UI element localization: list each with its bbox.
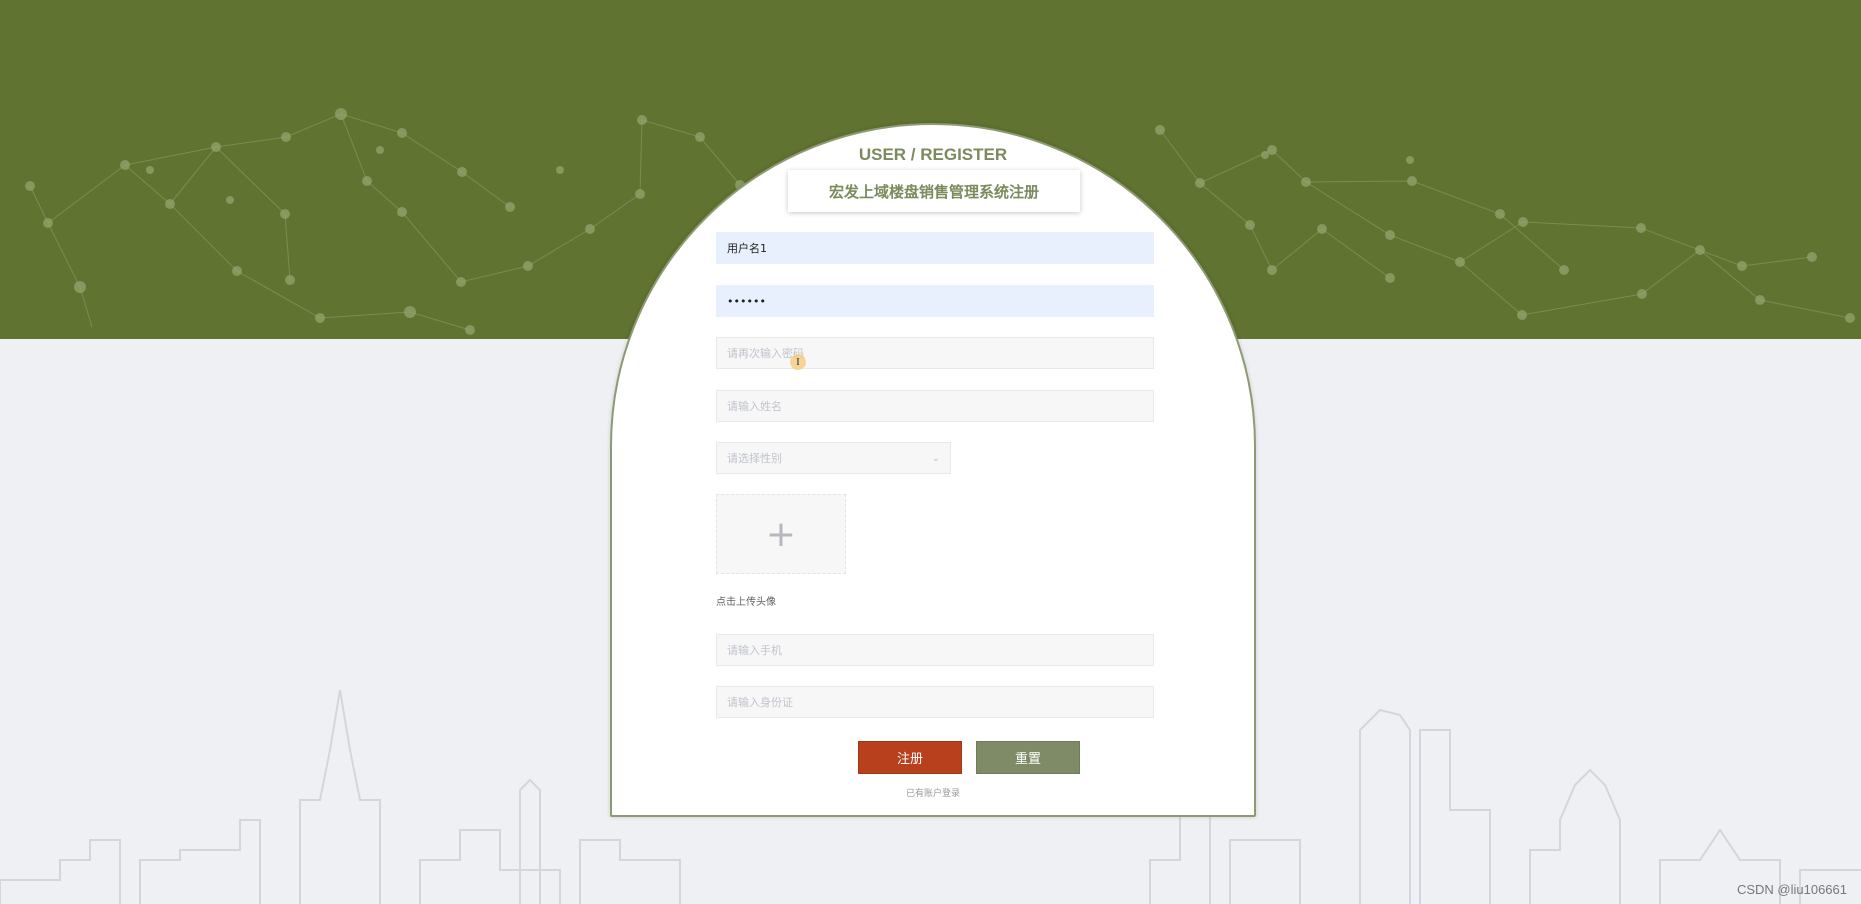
chevron-down-icon: ⌄ [931,452,940,464]
text-cursor-icon: I [790,354,806,370]
plus-icon: + [765,513,797,555]
phone-input[interactable]: 请输入手机 [716,634,1154,666]
register-page: USER / REGISTER 宏发上域楼盘销售管理系统注册 用户名1 ••••… [0,0,1861,904]
watermark: CSDN @liu106661 [1736,882,1847,897]
id-card-input[interactable]: 请输入身份证 [716,686,1154,718]
login-link[interactable]: 已有账户登录 [612,786,1254,799]
register-subtitle: USER / REGISTER [858,145,1008,164]
name-input[interactable]: 请输入姓名 [716,390,1154,422]
register-button[interactable]: 注册 [858,741,962,774]
password-input[interactable]: •••••• [716,285,1154,317]
gender-select-value: 请选择性别 [727,452,782,465]
avatar-upload-label: 点击上传头像 [716,597,776,608]
register-card: USER / REGISTER 宏发上域楼盘销售管理系统注册 用户名1 ••••… [610,123,1256,817]
username-input[interactable]: 用户名1 [716,232,1154,264]
avatar-upload[interactable]: + [716,494,846,574]
page-title: 宏发上域楼盘销售管理系统注册 [788,170,1080,212]
gender-select[interactable]: 请选择性别 ⌄ [716,442,951,474]
reset-button[interactable]: 重置 [976,741,1080,774]
confirm-password-input[interactable]: 请再次输入密码 [716,337,1154,369]
